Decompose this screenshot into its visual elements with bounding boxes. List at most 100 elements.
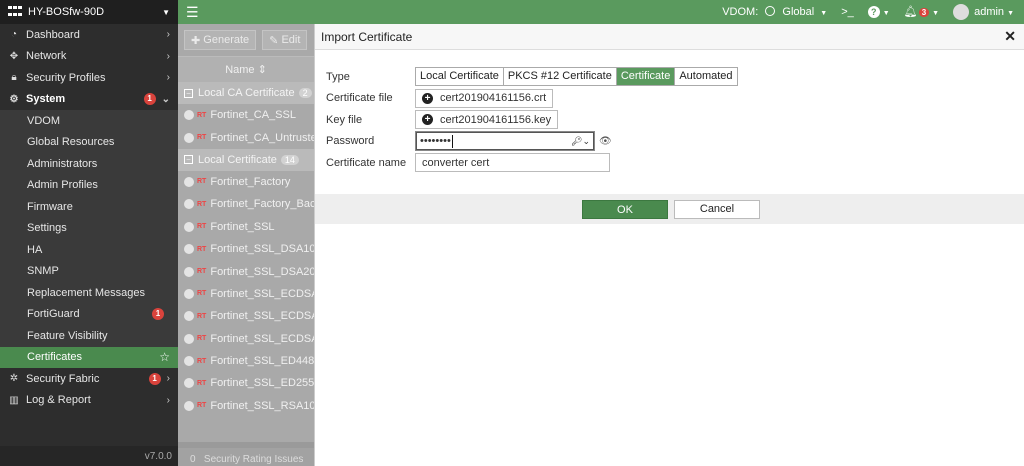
chart-icon: ▥ [9,394,19,406]
list-toolbar: ✚ Generate ✎ Edit [178,24,314,56]
cli-console-button[interactable]: >_ [841,6,854,18]
eye-icon[interactable]: 👁︎ [599,136,612,147]
generate-label: Generate [203,34,250,46]
nav-label: Administrators [27,157,98,170]
table-row[interactable]: RTFortinet_SSL_DSA1024 [178,238,314,260]
nav-label: Certificates [27,351,83,364]
status-icon [184,311,194,322]
nav-log-report[interactable]: ▥ Log & Report › [0,390,178,412]
nav-security-profiles[interactable]: 🔒︎ Security Profiles › [0,67,178,89]
plus-circle-icon: + [422,114,433,125]
cancel-button[interactable]: Cancel [674,200,760,219]
status-icon [184,266,194,277]
type-option-local-certificate[interactable]: Local Certificate [416,68,504,85]
notification-badge: 1 [148,372,161,385]
table-row[interactable]: RTFortinet_SSL_ECDSA256 [178,283,314,305]
type-option-pkcs12[interactable]: PKCS #12 Certificate [503,68,617,85]
status-icon [184,221,194,232]
nav-snmp[interactable]: SNMP [0,260,178,282]
table-row[interactable]: RTFortinet_SSL_ECDSA521 [178,328,314,350]
row-name: Fortinet_SSL_DSA2048 [210,265,314,278]
table-row[interactable]: RTFortinet_SSL_ECDSA384 [178,305,314,327]
pencil-icon: ✎ [269,34,282,47]
nav-global-resources[interactable]: Global Resources [0,131,178,153]
table-row[interactable]: RTFortinet_SSL_ED25519 [178,372,314,394]
status-icon [184,333,194,344]
certificate-icon: RT [197,245,207,253]
vdom-value: Global [782,6,815,18]
nav-fortiguard[interactable]: FortiGuard 1 [0,303,178,325]
name-column-header[interactable]: Name ⇕ [178,56,314,82]
row-name: Fortinet_CA_Untrusted [210,131,314,144]
nav-settings[interactable]: Settings [0,217,178,239]
key-file-upload[interactable]: + cert201904161156.key [415,110,559,129]
nav-label: SNMP [27,265,59,278]
table-row[interactable]: RTFortinet_SSL_RSA1024 [178,395,314,417]
certificate-icon: RT [197,268,207,276]
nav-label: Security Fabric [26,372,100,385]
user-menu[interactable]: admin ▼ [953,4,1014,20]
user-name: admin [974,5,1005,18]
nav-admin-profiles[interactable]: Admin Profiles [0,174,178,196]
type-option-certificate[interactable]: Certificate [616,68,676,85]
device-selector[interactable]: HY-BOSfw-90D ▼ [0,0,178,24]
globe-icon [765,6,776,16]
table-row[interactable]: RT Fortinet_Factory [178,171,314,193]
table-row[interactable]: RT Fortinet_CA_SSL [178,104,314,126]
password-row: Password •••••••• 🔑︎⌄ 👁︎ [326,131,1024,152]
nav-system[interactable]: ⚙ System 1 ⌄ [0,89,178,111]
nav-network[interactable]: ✥ Network › [0,46,178,68]
security-rating-footer[interactable]: 0 Security Rating Issues [178,442,314,466]
certificate-icon: RT [197,357,207,365]
hamburger-menu-icon[interactable]: ☰ [186,4,199,21]
collapse-icon: − [184,88,193,98]
table-row[interactable]: RT Fortinet_SSL [178,216,314,238]
nav-certificates[interactable]: Certificates ☆ [0,346,178,368]
vdom-selector[interactable]: VDOM: Global ▼ [722,6,827,18]
group-header[interactable]: − Local CA Certificate 2 [178,82,314,104]
nav-feature-visibility[interactable]: Feature Visibility [0,325,178,347]
key-autofill-icon[interactable]: 🔑︎⌄ [571,136,590,147]
nav-vdom[interactable]: VDOM [0,110,178,132]
close-icon[interactable]: ✕ [1004,28,1016,45]
edit-button[interactable]: ✎ Edit [262,30,308,50]
status-icon [184,199,194,210]
main-nav: ◔ Dashboard › ✥ Network › 🔒︎ Security Pr… [0,24,178,411]
notification-count-badge: 3 [918,8,930,17]
help-menu[interactable]: ? ▼ [867,6,890,18]
certificate-file-upload[interactable]: + cert201904161156.crt [415,88,554,108]
nav-firmware[interactable]: Firmware [0,196,178,218]
nav-security-fabric[interactable]: ✲ Security Fabric 1 › [0,368,178,390]
notifications-menu[interactable]: 🔔︎ 3 ▼ [904,5,939,19]
issue-label: Security Rating Issues [203,454,304,465]
certificate-icon: RT [197,134,207,142]
password-field[interactable]: •••••••• 🔑︎⌄ [415,131,595,151]
table-row[interactable]: RTFortinet_Factory_Backup [178,193,314,215]
generate-button[interactable]: ✚ Generate [184,30,257,50]
notification-badge: 1 [143,93,156,106]
nav-label: Firmware [27,200,73,213]
group-header[interactable]: − Local Certificate 14 [178,148,314,171]
caret-down-icon: ▼ [882,10,890,17]
certificate-name-input[interactable]: converter cert [415,153,610,172]
status-icon [184,132,194,143]
ok-button[interactable]: OK [582,200,668,219]
dialog-header: Import Certificate ✕ [315,24,1024,50]
table-row[interactable]: RT Fortinet_CA_Untrusted [178,126,314,148]
nav-ha[interactable]: HA [0,239,178,261]
row-name: Fortinet_SSL_ED448 [210,355,314,368]
star-icon[interactable]: ☆ [159,350,170,364]
type-option-automated[interactable]: Automated [675,68,737,85]
nav-dashboard[interactable]: ◔ Dashboard › [0,24,178,46]
row-name: Fortinet_SSL_ECDSA384 [210,310,314,323]
row-name: Fortinet_SSL_RSA1024 [210,399,314,412]
chevron-right-icon: › [166,373,170,385]
table-row[interactable]: RT Fortinet_SSL_ED448 [178,350,314,372]
certificate-list-pane: ✚ Generate ✎ Edit Name ⇕ − Local CA Cert… [178,24,314,466]
nav-administrators[interactable]: Administrators [0,153,178,175]
nav-replacement-messages[interactable]: Replacement Messages [0,282,178,304]
edit-label: Edit [281,34,301,46]
row-name: Fortinet_CA_SSL [210,109,296,122]
column-label: Name [225,63,255,76]
table-row[interactable]: RTFortinet_SSL_DSA2048 [178,260,314,282]
